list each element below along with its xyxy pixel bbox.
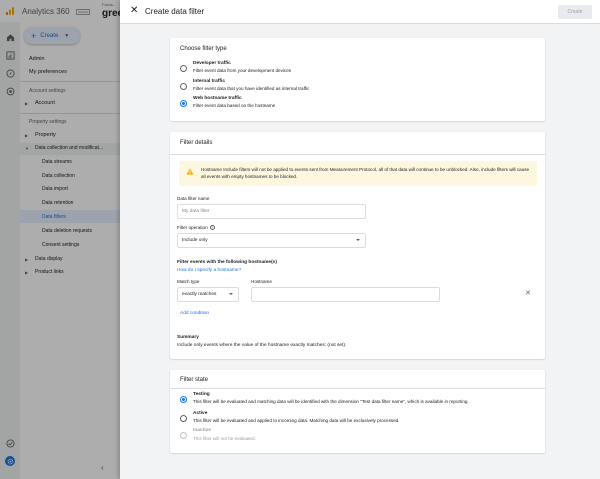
filter-name-label: Data filter name <box>177 196 210 201</box>
option-title: Web hostname traffic <box>193 96 242 101</box>
remove-condition-icon[interactable]: ✕ <box>525 289 531 297</box>
filter-operation-value: Include only <box>182 238 208 243</box>
option-title: Testing <box>193 392 210 397</box>
warning-text: Hostname Include filters will not be app… <box>201 167 530 179</box>
option-title: Active <box>193 411 208 416</box>
option-title: Inactive <box>193 428 211 433</box>
option-desc: This filter will be evaluated and matchi… <box>193 399 469 404</box>
hostname-label: Hostname <box>251 279 272 284</box>
add-condition-button[interactable]: Add condition <box>180 311 209 316</box>
option-desc: Filter event data from your development … <box>193 68 292 73</box>
events-heading: Filter events with the following hostnam… <box>177 260 277 265</box>
filter-state-card: Filter state Testing This filter will be… <box>170 370 545 453</box>
filter-details-card: Filter details Hostname Include filters … <box>170 132 545 359</box>
create-data-filter-panel: ✕ Create data filter Create Choose filte… <box>120 0 600 479</box>
option-desc: This filter will be evaluated and applie… <box>193 418 400 423</box>
hostname-input[interactable] <box>251 287 440 302</box>
summary-text: Include only events where the value of t… <box>177 343 347 348</box>
modal-overlay[interactable] <box>0 0 120 479</box>
filter-type-card: Choose filter type Developer traffic Fil… <box>170 38 545 121</box>
help-icon[interactable]: ? <box>209 225 215 231</box>
panel-header: ✕ Create data filter Create <box>120 0 600 24</box>
card-heading: Choose filter type <box>180 46 227 52</box>
filter-name-input[interactable]: My data filter <box>177 204 366 219</box>
option-desc: This filter will not be evaluated. <box>193 436 256 441</box>
radio-developer-traffic[interactable] <box>180 65 187 72</box>
card-heading: Filter details <box>180 140 213 146</box>
warning-icon <box>186 168 194 175</box>
radio-internal-traffic[interactable] <box>180 83 187 90</box>
summary-heading: Summary <box>177 335 199 340</box>
create-submit-button[interactable]: Create <box>558 5 592 19</box>
radio-active[interactable] <box>180 415 187 422</box>
filter-operation-label-text: Filter operation <box>177 225 208 230</box>
radio-testing[interactable] <box>180 396 187 403</box>
option-title: Developer traffic <box>193 61 231 66</box>
warning-banner: Hostname Include filters will not be app… <box>179 161 537 186</box>
card-heading: Filter state <box>180 377 209 383</box>
divider <box>170 388 545 389</box>
divider <box>170 154 545 155</box>
radio-web-hostname-traffic[interactable] <box>180 100 187 107</box>
option-title: Internal traffic <box>193 79 225 84</box>
radio-inactive[interactable] <box>180 432 187 439</box>
close-icon[interactable]: ✕ <box>130 6 138 16</box>
match-type-label: Match type <box>177 279 200 284</box>
option-desc: Filter event data that you have identifi… <box>193 86 310 91</box>
dropdown-arrow-icon <box>356 239 360 241</box>
filter-operation-select[interactable]: Include only <box>177 233 366 248</box>
filter-operation-label: Filter operation? <box>177 225 215 231</box>
match-type-select[interactable]: exactly matches <box>177 287 239 302</box>
option-desc: Filter event data based on the hostname <box>193 103 276 108</box>
dropdown-arrow-icon <box>229 293 233 295</box>
panel-title: Create data filter <box>145 7 205 16</box>
match-type-value: exactly matches <box>182 292 217 297</box>
how-to-specify-link[interactable]: How do I specify a hostname? <box>177 268 241 273</box>
